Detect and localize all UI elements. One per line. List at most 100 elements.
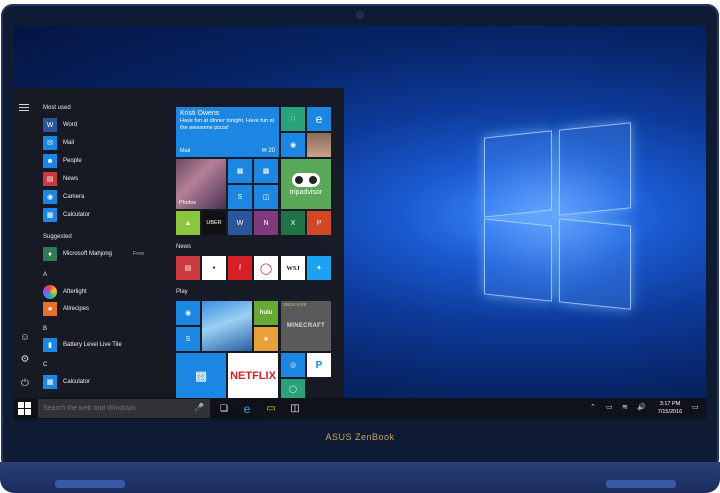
app-microsoft-mahjong[interactable]: ♦ Microsoft Mahjong Free: [43, 247, 144, 261]
app-calculator[interactable]: ▦ Calculator: [43, 375, 90, 389]
tile-flipboard[interactable]: f: [228, 256, 252, 280]
film-clapper-icon: ▩: [194, 367, 208, 383]
tile-minecraft[interactable]: XBOX LIVE MINECRAFT: [281, 301, 331, 351]
tripadvisor-owl-icon: [292, 172, 320, 187]
clock-date: 7/15/2016: [657, 409, 683, 415]
mail-count: ✉ 20: [261, 148, 275, 154]
battery-icon[interactable]: ▭: [606, 403, 613, 411]
tile-people[interactable]: [307, 133, 331, 157]
action-center-icon[interactable]: ▭: [692, 403, 699, 411]
tile-uber[interactable]: UBER: [202, 211, 226, 235]
app-people[interactable]: ☻ People: [43, 154, 82, 168]
settings-gear-icon[interactable]: ⚙: [19, 354, 31, 366]
tile-wsj[interactable]: WSJ: [281, 256, 305, 280]
start-menu[interactable]: ☺ ⚙ ⏻ Most used W Word ✉ Mail ☻ People ▤…: [14, 88, 344, 398]
tile-dialpad[interactable]: ∷: [281, 107, 305, 131]
mail-icon: ✉: [43, 136, 57, 150]
camera-icon: ◉: [184, 310, 192, 317]
section-most-used: Most used: [43, 105, 71, 111]
tile-groove[interactable]: ◎: [281, 353, 305, 377]
power-icon[interactable]: ⏻: [19, 378, 31, 390]
tile-skype[interactable]: S: [228, 185, 252, 209]
app-afterlight[interactable]: Afterlight: [43, 285, 87, 299]
windows-start-button[interactable]: [18, 402, 32, 415]
tile-onenote[interactable]: N: [254, 211, 278, 235]
free-badge: Free: [133, 251, 145, 257]
app-mail[interactable]: ✉ Mail: [43, 136, 74, 150]
taskbar-search-box[interactable]: 🎤: [38, 399, 210, 418]
file-explorer-icon[interactable]: ▭: [264, 402, 278, 415]
tile-game-icon[interactable]: ★: [254, 327, 278, 351]
tile-hulu[interactable]: hulu: [254, 301, 278, 325]
tiles-area: Kristi Owens Have fun at dinner tonight.…: [176, 88, 336, 398]
tile-movies-tv[interactable]: ▩: [176, 353, 226, 398]
allrecipes-icon: ★: [43, 302, 57, 316]
tray-chevron-up-icon[interactable]: ⌃: [590, 403, 596, 411]
tile-calculator[interactable]: ▦: [228, 159, 252, 183]
app-label: Afterlight: [63, 289, 87, 295]
app-word[interactable]: W Word: [43, 118, 77, 132]
xbox-live-tag: XBOX LIVE: [283, 302, 307, 307]
app-news[interactable]: ▤ News: [43, 172, 78, 186]
app-label: Microsoft Mahjong: [63, 251, 113, 257]
user-avatar-icon[interactable]: ☺: [19, 332, 31, 344]
tile-mail[interactable]: Kristi Owens Have fun at dinner tonight.…: [176, 107, 279, 157]
tile-opera[interactable]: ◯: [254, 256, 278, 280]
tile-excel[interactable]: X: [281, 211, 305, 235]
app-label: Mail: [63, 140, 75, 146]
tile-powerpoint[interactable]: P: [307, 211, 331, 235]
section-letter-b[interactable]: B: [43, 326, 47, 332]
microphone-icon[interactable]: 🎤: [194, 403, 204, 412]
app-calculator[interactable]: ▦ Calculator: [43, 208, 90, 222]
tile-edge[interactable]: e: [307, 107, 331, 131]
tile-webcam[interactable]: ◉: [281, 133, 305, 157]
wallpaper-window-pane: [559, 122, 631, 216]
desktop-screen[interactable]: ☺ ⚙ ⏻ Most used W Word ✉ Mail ☻ People ▤…: [14, 26, 706, 419]
tile-twitter[interactable]: ✦: [307, 256, 331, 280]
app-camera[interactable]: ◉ Camera: [43, 190, 84, 204]
wifi-icon[interactable]: ≋: [622, 403, 628, 411]
tile-tripadvisor[interactable]: tripadvisor: [281, 159, 331, 209]
app-list: Most used W Word ✉ Mail ☻ People ▤ News: [43, 88, 173, 398]
group-news[interactable]: News: [176, 244, 191, 250]
camera-icon: ◉: [43, 190, 57, 204]
app-allrecipes[interactable]: ★ Allrecipes: [43, 302, 89, 316]
tile-news[interactable]: ▤: [176, 256, 200, 280]
tile-store[interactable]: ◫: [254, 185, 278, 209]
windows-logo-part: [18, 409, 24, 415]
tile-usa-today[interactable]: ●: [202, 256, 226, 280]
search-input[interactable]: [38, 405, 188, 412]
tile-photos[interactable]: Photos: [176, 159, 226, 209]
taskbar-clock[interactable]: 3:17 PM 7/15/2016: [650, 400, 690, 416]
flipboard-icon: f: [239, 264, 241, 272]
group-play[interactable]: Play: [176, 289, 188, 295]
tile-word[interactable]: W: [228, 211, 252, 235]
app-battery-level-live-tile[interactable]: ▮ Battery Level Live Tile: [43, 338, 122, 352]
task-view-icon[interactable]: ❏: [217, 402, 231, 415]
section-suggested: Suggested: [43, 234, 72, 240]
afterlight-icon: [43, 285, 57, 299]
volume-icon[interactable]: 🔊: [637, 403, 646, 411]
wallpaper-window-pane: [484, 130, 552, 218]
start-rail: ☺ ⚙ ⏻: [14, 88, 36, 398]
tile-green[interactable]: ◯: [281, 379, 305, 398]
windows-logo-part: [25, 402, 31, 408]
tile-snowboard-game[interactable]: [202, 301, 252, 351]
tile-pandora[interactable]: P: [307, 353, 331, 377]
battery-icon: ▮: [43, 338, 57, 352]
tile-label: hulu: [259, 310, 273, 316]
music-disc-icon: ◎: [289, 362, 297, 369]
word-icon: W: [43, 118, 57, 132]
tile-maps[interactable]: ▲: [176, 211, 200, 235]
tile-shazam[interactable]: S: [176, 327, 200, 351]
tile-netflix[interactable]: NETFLIX: [228, 353, 278, 398]
section-letter-c[interactable]: C: [43, 362, 47, 368]
store-icon[interactable]: ◫: [288, 402, 302, 415]
wallpaper-window-pane: [559, 218, 631, 310]
laptop: ASUS ZenBook ☺ ⚙ ⏻ Most used W Word ✉ Ma…: [0, 0, 720, 493]
section-letter-a[interactable]: A: [43, 272, 47, 278]
edge-icon[interactable]: e: [240, 402, 254, 416]
tile-camera[interactable]: ◉: [176, 301, 200, 325]
tile-calendar[interactable]: ▦: [254, 159, 278, 183]
hamburger-menu-icon[interactable]: [19, 102, 31, 114]
